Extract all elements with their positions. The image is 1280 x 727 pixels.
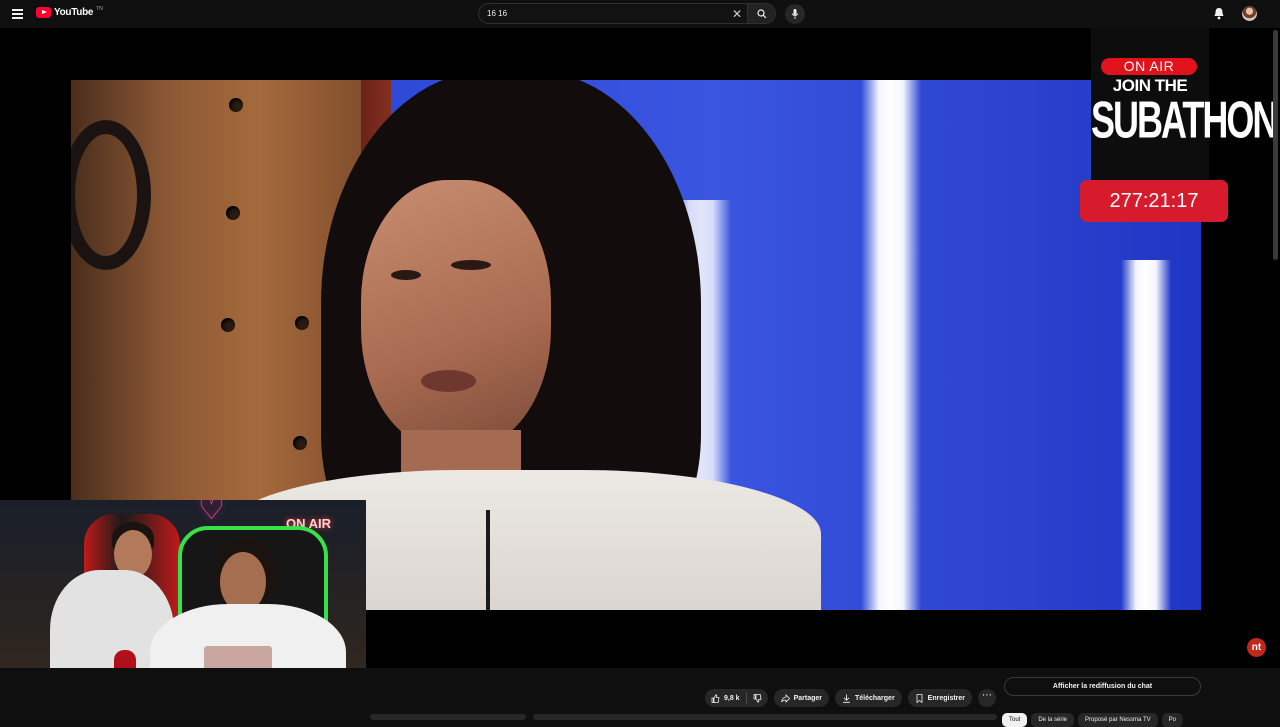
description-stub xyxy=(533,714,997,720)
chip-series[interactable]: De la série xyxy=(1031,713,1075,727)
search-button[interactable] xyxy=(747,4,775,23)
voice-search-button[interactable] xyxy=(785,4,805,24)
logo-text: YouTube xyxy=(54,7,94,18)
logo-region: TN xyxy=(96,5,103,12)
bookmark-icon xyxy=(916,693,923,703)
like-button[interactable]: 9,8 k xyxy=(705,689,746,707)
notifications-button[interactable] xyxy=(1213,7,1225,25)
download-label: Télécharger xyxy=(854,694,895,702)
like-count: 9,8 k xyxy=(724,694,740,702)
show-chat-replay-button[interactable]: Afficher la rediffusion du chat xyxy=(1004,677,1201,696)
search-input[interactable] xyxy=(479,9,727,18)
masthead: YouTube TN ✕ xyxy=(0,0,1280,28)
thumbs-down-icon xyxy=(753,693,762,703)
search-box: ✕ xyxy=(478,3,776,24)
menu-icon[interactable] xyxy=(10,6,26,22)
chip-nessma[interactable]: Proposé par Nessma TV xyxy=(1078,713,1158,727)
thumbs-up-icon xyxy=(711,693,720,703)
video-subject-lips xyxy=(421,370,476,392)
video-subject-face xyxy=(361,180,551,450)
close-icon[interactable]: ✕ xyxy=(727,4,747,23)
save-label: Enregistrer xyxy=(927,694,966,702)
avatar[interactable] xyxy=(1242,6,1257,21)
description-stub xyxy=(370,714,526,720)
dislike-button[interactable] xyxy=(747,689,768,707)
download-icon xyxy=(842,694,850,703)
download-button[interactable]: Télécharger xyxy=(834,689,902,707)
onair-label: ON AIR xyxy=(1101,58,1197,75)
channel-watermark-icon[interactable]: nt xyxy=(1247,638,1266,657)
subathon-panel: ON AIR JOIN THE SUBATHON xyxy=(1091,28,1278,180)
share-icon xyxy=(780,693,790,703)
like-dislike-group: 9,8 k xyxy=(705,689,768,707)
subathon-label: SUBATHON xyxy=(1091,89,1278,150)
bell-icon xyxy=(1214,8,1224,20)
youtube-logo-icon xyxy=(36,7,51,18)
chip-all[interactable]: Tout xyxy=(1002,713,1028,727)
subathon-timer: 277:21:17 xyxy=(1080,180,1228,222)
youtube-logo[interactable]: YouTube TN xyxy=(36,5,103,18)
neon-heart-icon: ♡ xyxy=(198,500,225,526)
chip-more[interactable]: Po xyxy=(1161,713,1183,727)
action-row: 9,8 k Partager Télécharger Enregistrer ⋯ xyxy=(705,689,997,707)
save-button[interactable]: Enregistrer xyxy=(907,689,973,707)
search-icon xyxy=(756,8,766,18)
scrollbar[interactable] xyxy=(1273,30,1278,260)
microphone-icon xyxy=(791,9,799,19)
share-button[interactable]: Partager xyxy=(773,689,829,707)
recommendation-chips: Tout De la série Proposé par Nessma TV P… xyxy=(1002,713,1183,727)
more-actions-icon[interactable]: ⋯ xyxy=(978,689,997,707)
share-label: Partager xyxy=(793,694,822,702)
